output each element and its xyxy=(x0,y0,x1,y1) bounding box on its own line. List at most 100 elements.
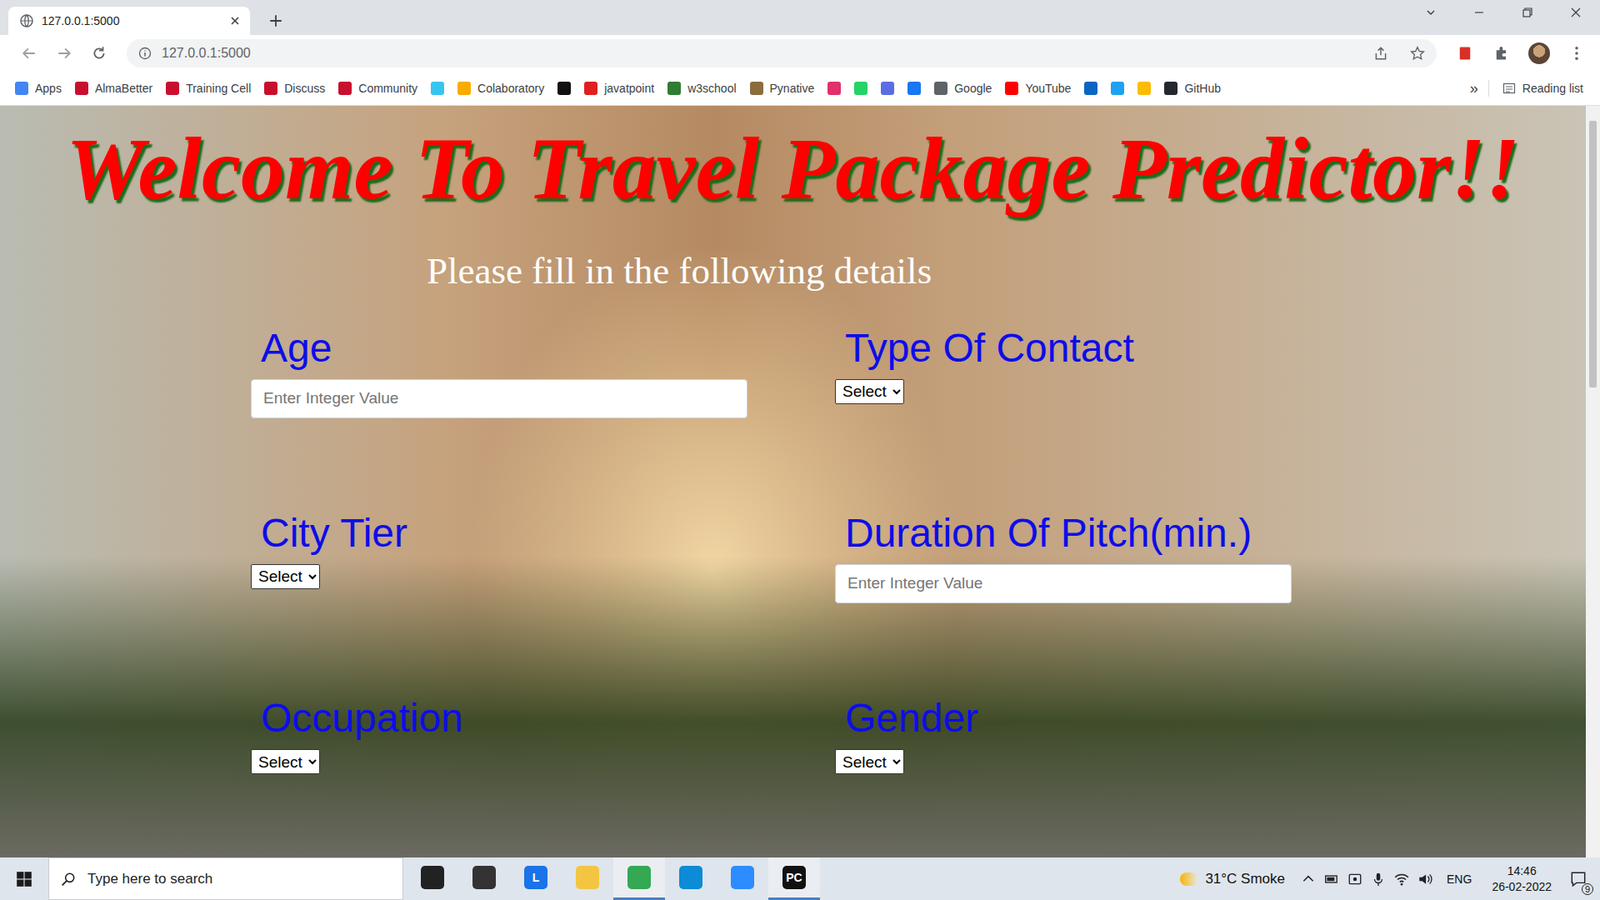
microphone-icon[interactable] xyxy=(1370,871,1386,887)
clock[interactable]: 14:4626-02-2022 xyxy=(1491,863,1552,895)
windows-start-icon[interactable] xyxy=(0,870,49,889)
bookmark[interactable]: Discuss xyxy=(257,78,332,99)
info-icon[interactable] xyxy=(138,46,152,60)
bookmark[interactable] xyxy=(424,78,451,99)
scroll-thumb[interactable] xyxy=(1589,120,1597,388)
date: 26-02-2022 xyxy=(1491,879,1552,895)
bookmark-icon xyxy=(430,81,445,95)
bookmark-icon xyxy=(1164,81,1178,95)
bookmark[interactable]: AlmaBetter xyxy=(68,78,160,99)
browser-tab[interactable]: 127.0.0.1:5000 xyxy=(8,6,250,35)
profile-avatar[interactable] xyxy=(1528,42,1550,65)
taskbar-app[interactable] xyxy=(458,857,510,900)
bookmark[interactable]: javatpoint xyxy=(577,78,661,99)
select-dropdown[interactable]: Select xyxy=(835,379,905,405)
bookmark[interactable] xyxy=(550,78,578,99)
bookmark-label: YouTube xyxy=(1025,81,1071,95)
bookmark-label: Discuss xyxy=(284,81,325,95)
reading-list[interactable]: Reading list xyxy=(1495,78,1590,99)
taskbar-app[interactable]: PC xyxy=(768,857,820,900)
taskbar-app[interactable] xyxy=(716,857,769,900)
notifications-button[interactable]: 9 xyxy=(1561,870,1595,889)
taskbar-app[interactable] xyxy=(406,857,459,900)
app-icon xyxy=(730,865,755,890)
bookmark-icon xyxy=(75,81,89,95)
bookmark-label: Training Cell xyxy=(185,81,251,95)
app-icon: L xyxy=(524,865,548,890)
new-tab-icon[interactable] xyxy=(268,13,284,29)
app-icon xyxy=(627,865,651,890)
bookmark[interactable] xyxy=(847,78,875,99)
back-icon[interactable] xyxy=(15,40,44,66)
restore-icon[interactable] xyxy=(1520,5,1535,20)
notification-count: 9 xyxy=(1581,883,1594,895)
volume-icon[interactable] xyxy=(1417,871,1433,887)
bookmark-icon xyxy=(15,81,29,95)
close-tab-icon[interactable] xyxy=(228,14,242,28)
field-label: Gender xyxy=(835,695,979,741)
camera-icon[interactable] xyxy=(1347,871,1363,887)
taskbar-search[interactable]: Type here to search xyxy=(48,857,404,900)
bookmark-icon xyxy=(1110,81,1125,95)
reload-icon[interactable] xyxy=(85,40,114,66)
bookmark-label: Pynative xyxy=(770,81,815,95)
tray-chevron-icon[interactable] xyxy=(1300,871,1316,887)
search-icon xyxy=(60,871,76,887)
bookmark[interactable] xyxy=(874,78,901,99)
minimize-icon[interactable] xyxy=(1472,5,1486,20)
bookmark[interactable] xyxy=(1077,78,1105,99)
bookmark-icon xyxy=(880,81,895,95)
weather-text: 31°C Smoke xyxy=(1205,870,1285,888)
select-dropdown[interactable]: Select xyxy=(835,749,905,775)
bookmark[interactable]: Colaboratory xyxy=(450,78,551,99)
bookmark[interactable]: Pynative xyxy=(743,78,822,99)
bookmark[interactable] xyxy=(820,78,848,99)
search-placeholder: Type here to search xyxy=(87,870,213,888)
bookmark-label: AlmaBetter xyxy=(95,81,153,95)
forward-icon[interactable] xyxy=(50,40,79,66)
battery-icon[interactable] xyxy=(1324,871,1340,887)
text-input[interactable] xyxy=(835,564,1292,604)
tab-search-icon[interactable] xyxy=(1424,5,1438,20)
bookmark[interactable] xyxy=(900,78,928,99)
language-indicator[interactable]: ENG xyxy=(1446,872,1472,886)
bookmark-icon xyxy=(584,81,598,95)
text-input[interactable] xyxy=(250,379,748,419)
form-field: Duration Of Pitch(min.) xyxy=(835,510,1586,604)
bookmark[interactable]: Training Cell xyxy=(159,78,258,99)
wifi-icon[interactable] xyxy=(1394,871,1410,887)
bookmark[interactable]: Community xyxy=(331,78,425,99)
star-icon[interactable] xyxy=(1410,45,1425,61)
page-subtitle: Please fill in the following details xyxy=(0,248,1586,294)
select-dropdown[interactable]: Select xyxy=(250,564,320,590)
bookmark[interactable]: Apps xyxy=(8,78,69,99)
taskbar-app[interactable] xyxy=(561,857,614,900)
close-window-icon[interactable] xyxy=(1569,5,1583,20)
bookmark-icon xyxy=(457,81,471,95)
field-label: Type Of Contact xyxy=(835,325,1135,371)
taskbar-app[interactable] xyxy=(613,857,665,900)
share-icon[interactable] xyxy=(1373,45,1389,61)
form-field: Age xyxy=(250,325,835,419)
puzzle-icon[interactable] xyxy=(1493,45,1510,62)
extension-icon[interactable] xyxy=(1456,45,1474,62)
taskbar-app[interactable] xyxy=(665,857,717,900)
bookmark[interactable]: Google xyxy=(927,78,999,99)
bookmark[interactable]: GitHub xyxy=(1157,78,1228,99)
menu-icon[interactable] xyxy=(1568,45,1585,62)
more-bookmarks-button[interactable]: » xyxy=(1460,80,1489,98)
field-label: Age xyxy=(250,325,332,371)
bookmark[interactable]: YouTube xyxy=(998,78,1078,99)
scrollbar[interactable] xyxy=(1585,105,1600,858)
weather-icon xyxy=(1180,872,1199,886)
bookmark[interactable] xyxy=(1104,78,1131,99)
select-dropdown[interactable]: Select xyxy=(250,749,320,775)
address-bar[interactable]: 127.0.0.1:5000 xyxy=(126,39,1437,68)
bookmark[interactable] xyxy=(1130,78,1158,99)
bookmark-icon xyxy=(264,81,278,95)
viewport: Welcome To Travel Package Predictor!!Ple… xyxy=(0,105,1600,858)
weather[interactable]: 31°C Smoke xyxy=(1180,870,1285,888)
taskbar-app[interactable]: L xyxy=(510,857,562,900)
bookmark[interactable]: w3school xyxy=(660,78,743,99)
bookmark-label: Community xyxy=(358,81,418,95)
